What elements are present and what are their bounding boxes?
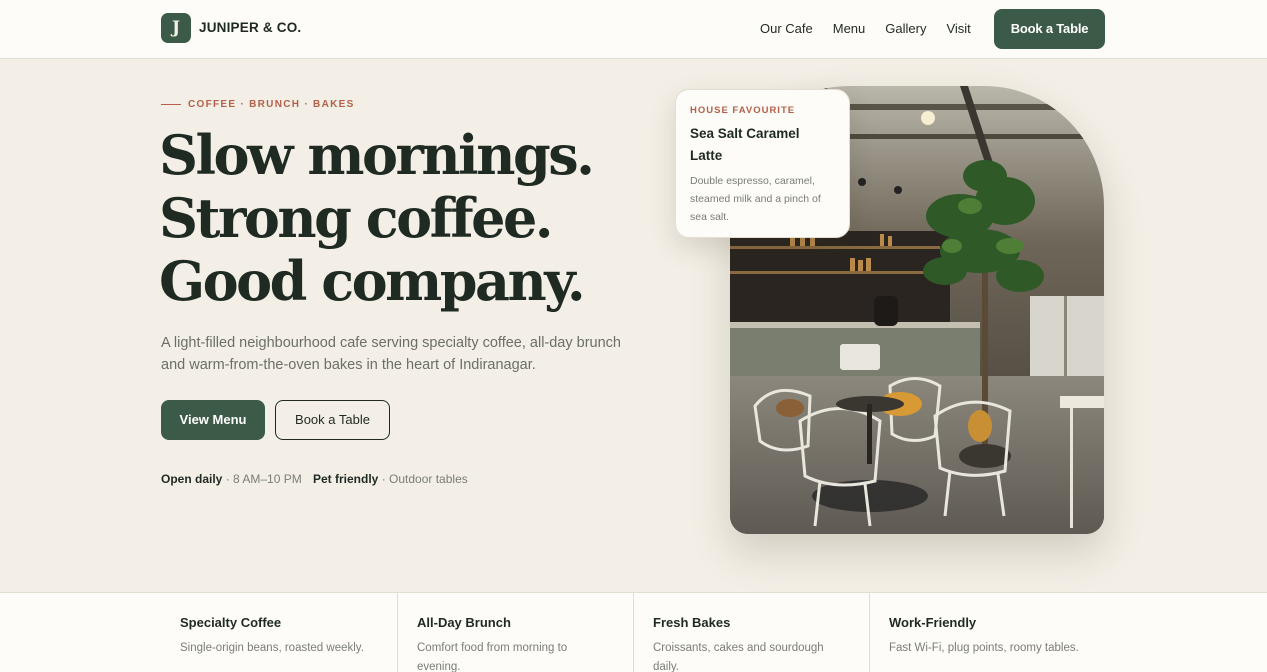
logo-icon[interactable]: J bbox=[161, 13, 191, 43]
hero-eyebrow: COFFEE · BRUNCH · BAKES bbox=[161, 99, 355, 110]
meta-hours-label: Open daily bbox=[161, 472, 223, 486]
headline-line-1: Slow mornings. bbox=[159, 123, 595, 187]
favourite-label: HOUSE FAVOURITE bbox=[690, 105, 796, 116]
feature-specialty-coffee: Specialty Coffee Single-origin beans, ro… bbox=[161, 593, 397, 672]
nav-item-our-cafe[interactable]: Our Cafe bbox=[760, 21, 813, 36]
main-nav: Our Cafe Menu Gallery Visit bbox=[760, 21, 971, 36]
house-favourite-card[interactable]: HOUSE FAVOURITE Sea Salt Caramel Latte D… bbox=[675, 89, 850, 238]
nav-item-visit[interactable]: Visit bbox=[946, 21, 970, 36]
favourite-description: Double espresso, caramel, steamed milk a… bbox=[690, 175, 821, 223]
feature-title: All-Day Brunch bbox=[417, 615, 511, 630]
features-strip: Specialty Coffee Single-origin beans, ro… bbox=[0, 592, 1267, 672]
nav-item-gallery[interactable]: Gallery bbox=[885, 21, 926, 36]
meta-hours-value: · 8 AM–10 PM bbox=[222, 472, 302, 486]
brand-name[interactable]: JUNIPER & CO. bbox=[199, 20, 301, 35]
meta-pets: Pet friendly · Outdoor tables bbox=[313, 472, 468, 486]
feature-text: Single-origin beans, roasted weekly. bbox=[180, 642, 364, 654]
meta-pets-value: · Outdoor tables bbox=[378, 472, 468, 486]
eyebrow-text: COFFEE · BRUNCH · BAKES bbox=[188, 99, 355, 110]
feature-title: Specialty Coffee bbox=[180, 615, 282, 630]
favourite-title: Sea Salt Caramel Latte bbox=[690, 126, 800, 163]
feature-fresh-bakes: Fresh Bakes Croissants, cakes and sourdo… bbox=[633, 593, 869, 672]
nav-item-menu[interactable]: Menu bbox=[833, 21, 866, 36]
view-menu-button[interactable]: View Menu bbox=[161, 400, 265, 440]
meta-hours: Open daily · 8 AM–10 PM bbox=[161, 472, 302, 486]
feature-title: Work-Friendly bbox=[889, 615, 977, 630]
feature-work-friendly: Work-Friendly Fast Wi-Fi, plug points, r… bbox=[869, 593, 1105, 672]
headline-line-3: Good company. bbox=[159, 249, 586, 313]
hero-description: A light-filled neighbourhood cafe servin… bbox=[161, 335, 621, 373]
eyebrow-divider bbox=[161, 104, 181, 105]
feature-text: Croissants, cakes and sourdough daily. bbox=[653, 642, 824, 672]
feature-all-day-brunch: All-Day Brunch Comfort food from morning… bbox=[397, 593, 633, 672]
hero-headline: Slow mornings. Strong coffee. Good compa… bbox=[159, 123, 595, 313]
header-book-table-button[interactable]: Book a Table bbox=[994, 9, 1105, 49]
feature-text: Comfort food from morning to evening. bbox=[417, 642, 568, 672]
headline-line-2: Strong coffee. bbox=[159, 186, 554, 250]
feature-title: Fresh Bakes bbox=[653, 615, 731, 630]
meta-pets-label: Pet friendly bbox=[313, 472, 379, 486]
hero-book-table-button[interactable]: Book a Table bbox=[275, 400, 390, 440]
feature-text: Fast Wi-Fi, plug points, roomy tables. bbox=[889, 642, 1079, 654]
site-header: J JUNIPER & CO. Our Cafe Menu Gallery Vi… bbox=[0, 0, 1267, 59]
